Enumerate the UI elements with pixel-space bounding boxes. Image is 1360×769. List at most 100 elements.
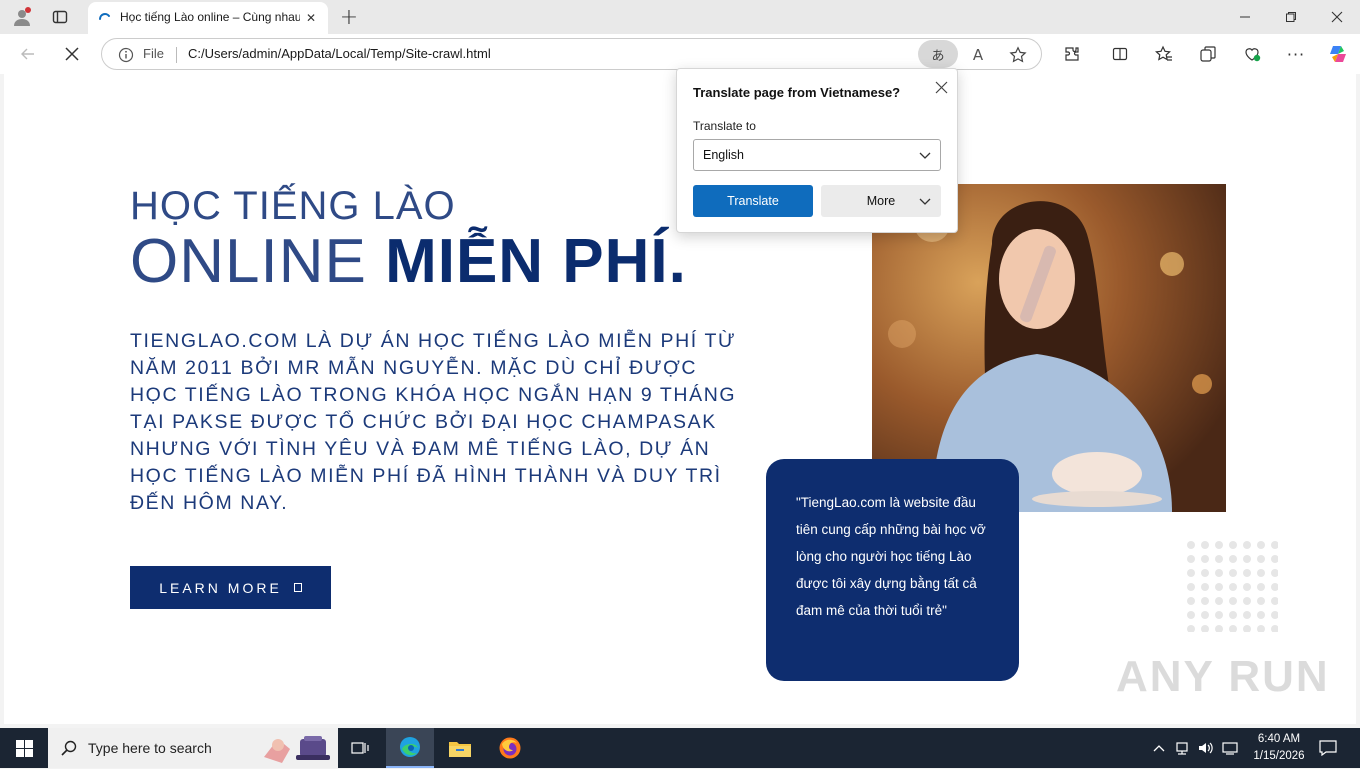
decorative-dot bbox=[1201, 555, 1209, 563]
language-select[interactable]: English bbox=[693, 139, 941, 171]
edge-taskbar-icon[interactable] bbox=[386, 728, 434, 768]
hero-heading-bold: MIỄN PHÍ. bbox=[385, 227, 687, 296]
restore-button[interactable] bbox=[1268, 0, 1314, 34]
url-text[interactable]: C:/Users/admin/AppData/Local/Temp/Site-c… bbox=[188, 46, 491, 61]
close-window-button[interactable] bbox=[1314, 0, 1360, 34]
tab-close-icon[interactable]: ✕ bbox=[302, 9, 320, 27]
show-hidden-icons-chevron-icon[interactable] bbox=[1150, 738, 1168, 758]
file-explorer-taskbar-icon[interactable] bbox=[436, 728, 484, 768]
language-select-value: English bbox=[703, 148, 744, 162]
address-bar[interactable]: File C:/Users/admin/AppData/Local/Temp/S… bbox=[101, 38, 1042, 70]
decorative-dot bbox=[1215, 597, 1223, 605]
task-view-icon[interactable] bbox=[346, 734, 374, 762]
decorative-dot bbox=[1229, 569, 1237, 577]
decorative-dot bbox=[1243, 611, 1251, 619]
chevron-down-icon bbox=[919, 150, 931, 164]
decorative-dot bbox=[1229, 555, 1237, 563]
firefox-taskbar-icon[interactable] bbox=[486, 728, 534, 768]
address-separator bbox=[176, 47, 177, 63]
decorative-dot bbox=[1215, 555, 1223, 563]
decorative-dot-grid bbox=[1186, 540, 1279, 633]
translate-icon-glyph: あ bbox=[931, 48, 945, 64]
decorative-dot bbox=[1201, 597, 1209, 605]
decorative-dot bbox=[1187, 555, 1195, 563]
decorative-dot bbox=[1229, 611, 1237, 619]
decorative-dot bbox=[1257, 597, 1265, 605]
translate-to-label: Translate to bbox=[693, 119, 756, 133]
decorative-dot bbox=[1229, 597, 1237, 605]
more-button-label: More bbox=[866, 194, 896, 208]
windows-taskbar: Type here to search 6:40 AM 1/15/2026 bbox=[0, 728, 1360, 768]
split-screen-icon[interactable] bbox=[1106, 40, 1134, 68]
decorative-dot bbox=[1215, 541, 1223, 549]
decorative-dot bbox=[1243, 569, 1251, 577]
address-scheme-label: File bbox=[143, 46, 164, 61]
decorative-dot bbox=[1271, 541, 1279, 549]
clock-time: 6:40 AM bbox=[1257, 733, 1301, 745]
decorative-dot bbox=[1187, 569, 1195, 577]
decorative-dot bbox=[1243, 597, 1251, 605]
browser-essentials-icon[interactable] bbox=[1238, 40, 1266, 68]
close-icon[interactable] bbox=[931, 77, 951, 97]
settings-more-icon[interactable]: ··· bbox=[1282, 40, 1310, 68]
hero-heading-line1: HỌC TIẾNG LÀO bbox=[130, 184, 456, 228]
clock-date: 1/15/2026 bbox=[1253, 750, 1305, 762]
decorative-dot bbox=[1271, 555, 1279, 563]
taskbar-search-box[interactable]: Type here to search bbox=[48, 728, 338, 768]
decorative-dot bbox=[1187, 625, 1195, 633]
decorative-dot bbox=[1187, 583, 1195, 591]
read-aloud-icon[interactable]: A bbox=[966, 43, 990, 67]
extensions-icon[interactable] bbox=[1058, 40, 1086, 68]
arrow-icon bbox=[293, 583, 302, 592]
decorative-dot bbox=[1271, 597, 1279, 605]
new-tab-button[interactable]: + bbox=[336, 4, 362, 30]
decorative-dot bbox=[1215, 625, 1223, 633]
browser-tab-active[interactable]: Học tiếng Lào online – Cùng nhau ✕ bbox=[88, 2, 328, 34]
taskbar-clock[interactable]: 6:40 AM 1/15/2026 bbox=[1244, 731, 1314, 765]
decorative-dot bbox=[1215, 611, 1223, 619]
translate-button[interactable]: Translate bbox=[693, 185, 813, 217]
read-aloud-glyph: A bbox=[972, 46, 984, 64]
decorative-dot bbox=[1271, 569, 1279, 577]
network-icon[interactable] bbox=[1172, 738, 1192, 758]
translate-icon[interactable]: あ bbox=[918, 40, 958, 68]
decorative-dot bbox=[1243, 555, 1251, 563]
tab-title: Học tiếng Lào online – Cùng nhau bbox=[120, 10, 300, 24]
favorites-icon[interactable] bbox=[1150, 40, 1178, 68]
collections-icon[interactable] bbox=[1194, 40, 1222, 68]
decorative-dot bbox=[1271, 583, 1279, 591]
translate-popup-title: Translate page from Vietnamese? bbox=[693, 85, 901, 100]
copilot-icon[interactable] bbox=[1324, 40, 1352, 68]
decorative-dot bbox=[1271, 625, 1279, 633]
decorative-dot bbox=[1243, 583, 1251, 591]
decorative-dot bbox=[1187, 541, 1195, 549]
language-bar-icon[interactable] bbox=[1220, 738, 1240, 758]
volume-icon[interactable] bbox=[1196, 738, 1216, 758]
decorative-dot bbox=[1243, 625, 1251, 633]
info-icon[interactable] bbox=[117, 46, 135, 64]
decorative-dot bbox=[1201, 541, 1209, 549]
hero-heading-line2: ONLINE MIỄN PHÍ. bbox=[130, 226, 687, 297]
browser-title-bar: Học tiếng Lào online – Cùng nhau ✕ + bbox=[0, 0, 1360, 34]
decorative-dot bbox=[1229, 541, 1237, 549]
favorite-star-icon[interactable] bbox=[1006, 43, 1030, 67]
decorative-dot bbox=[1229, 625, 1237, 633]
decorative-dot bbox=[1257, 569, 1265, 577]
learn-more-button[interactable]: LEARN MORE bbox=[130, 566, 331, 609]
profile-icon[interactable] bbox=[10, 5, 34, 29]
decorative-dot bbox=[1201, 625, 1209, 633]
more-button[interactable]: More bbox=[821, 185, 941, 217]
decorative-dot bbox=[1257, 625, 1265, 633]
tab-actions-icon[interactable] bbox=[48, 5, 72, 29]
decorative-dot bbox=[1257, 611, 1265, 619]
decorative-dot bbox=[1215, 569, 1223, 577]
back-icon[interactable] bbox=[14, 40, 42, 68]
search-highlight-illustration bbox=[260, 731, 334, 765]
notifications-icon[interactable] bbox=[1316, 736, 1340, 760]
minimize-button[interactable] bbox=[1222, 0, 1268, 34]
stop-loading-icon[interactable] bbox=[58, 40, 86, 68]
decorative-dot bbox=[1229, 583, 1237, 591]
testimonial-card: "TiengLao.com là website đầu tiên cung c… bbox=[766, 459, 1019, 681]
decorative-dot bbox=[1257, 583, 1265, 591]
windows-start-icon[interactable] bbox=[0, 728, 48, 768]
